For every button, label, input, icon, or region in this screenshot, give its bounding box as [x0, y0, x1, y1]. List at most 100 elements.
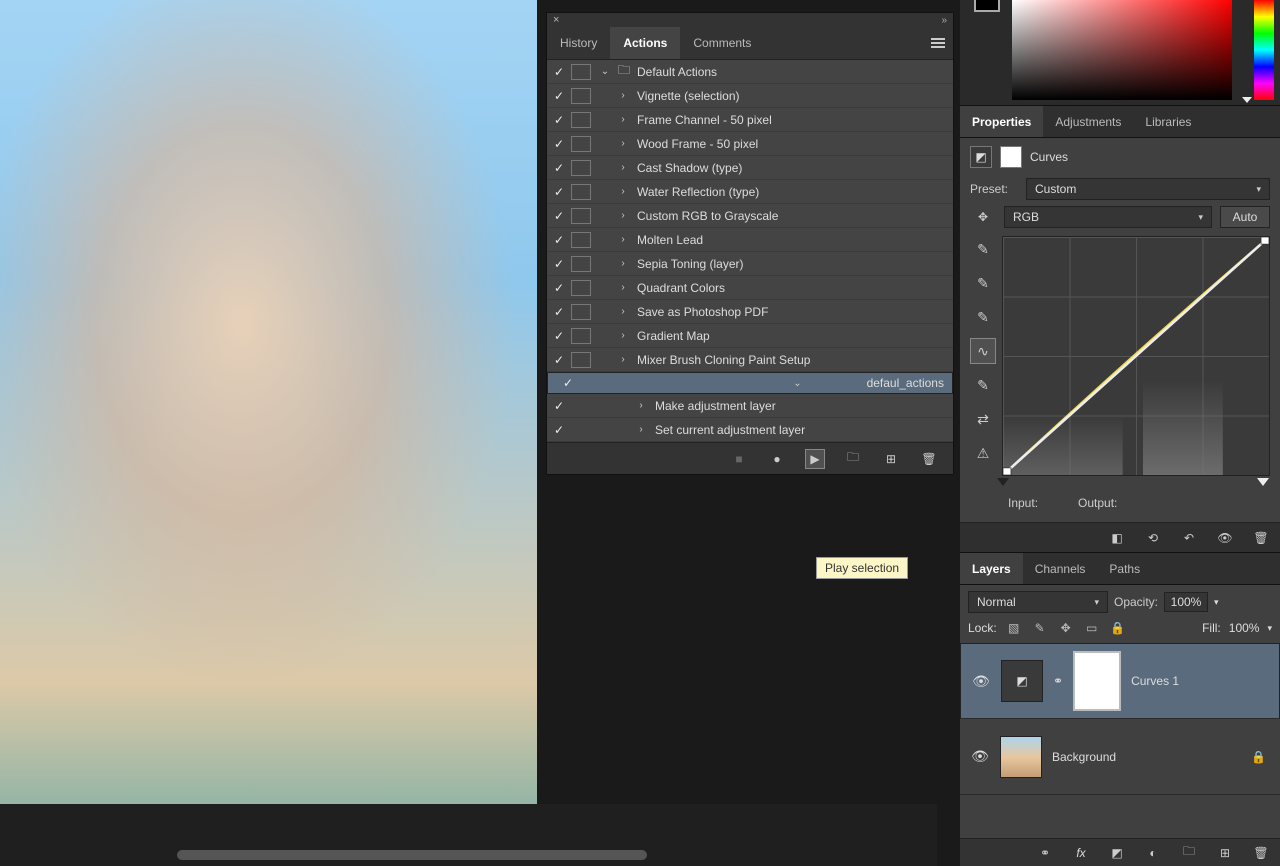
- lock-paint-icon[interactable]: ✎: [1031, 619, 1049, 637]
- new-action-button[interactable]: ⊞: [881, 449, 901, 469]
- toggle-check-icon[interactable]: ✓: [547, 161, 571, 175]
- chevron-right-icon[interactable]: ›: [613, 330, 633, 341]
- actions-row[interactable]: ✓›Molten Lead: [547, 228, 953, 252]
- actions-row[interactable]: ✓›Vignette (selection): [547, 84, 953, 108]
- layer-thumb[interactable]: [1000, 736, 1042, 778]
- dialog-toggle-icon[interactable]: [571, 256, 591, 272]
- tab-properties[interactable]: Properties: [960, 106, 1043, 137]
- actions-row[interactable]: ✓›Save as Photoshop PDF: [547, 300, 953, 324]
- new-layer-icon[interactable]: ⊞: [1216, 844, 1234, 862]
- layer-mask-icon[interactable]: [1000, 146, 1022, 168]
- toggle-check-icon[interactable]: ✓: [547, 353, 571, 367]
- tab-paths[interactable]: Paths: [1097, 553, 1152, 584]
- toggle-check-icon[interactable]: ✓: [547, 137, 571, 151]
- color-field[interactable]: [1012, 0, 1232, 100]
- dialog-toggle-icon[interactable]: [571, 304, 591, 320]
- layer-mask-button-icon[interactable]: ◩: [1108, 844, 1126, 862]
- visibility-icon[interactable]: 👁: [970, 748, 990, 765]
- channel-dropdown[interactable]: RGB ▾: [1004, 206, 1212, 228]
- curve-pencil-tool-icon[interactable]: ✎: [970, 372, 996, 398]
- adjustment-layer-icon[interactable]: ◐: [1144, 844, 1162, 862]
- layer-row[interactable]: 👁Background🔒: [960, 719, 1280, 795]
- view-previous-icon[interactable]: ⟲: [1144, 529, 1162, 547]
- eyedropper-black-icon[interactable]: ✎: [970, 236, 996, 262]
- black-point-handle[interactable]: [997, 478, 1009, 486]
- curves-graph[interactable]: [1002, 236, 1270, 476]
- chevron-right-icon[interactable]: ›: [631, 400, 651, 411]
- toggle-check-icon[interactable]: ✓: [547, 329, 571, 343]
- auto-button[interactable]: Auto: [1220, 206, 1270, 228]
- mask-thumb[interactable]: [1073, 651, 1121, 711]
- delete-action-button[interactable]: 🗑: [919, 449, 939, 469]
- hue-slider[interactable]: [1254, 0, 1274, 100]
- toggle-check-icon[interactable]: ✓: [547, 257, 571, 271]
- tab-actions[interactable]: Actions: [610, 27, 680, 59]
- chevron-right-icon[interactable]: ›: [613, 354, 633, 365]
- foreground-color-swatch[interactable]: [974, 0, 1000, 12]
- blend-mode-dropdown[interactable]: Normal ▾: [968, 591, 1108, 613]
- lock-position-icon[interactable]: ✥: [1057, 619, 1075, 637]
- toggle-check-icon[interactable]: ✓: [547, 89, 571, 103]
- chevron-down-icon[interactable]: ⌄: [787, 378, 807, 389]
- play-button[interactable]: ▶: [805, 449, 825, 469]
- link-layers-icon[interactable]: ⚭: [1036, 844, 1054, 862]
- preset-dropdown[interactable]: Custom ▾: [1026, 178, 1270, 200]
- curve-point-tool-icon[interactable]: ∿: [970, 338, 996, 364]
- layer-name-label[interactable]: Curves 1: [1131, 674, 1269, 688]
- chevron-right-icon[interactable]: ›: [613, 138, 633, 149]
- curve-input-slider[interactable]: [1002, 478, 1264, 492]
- new-folder-button[interactable]: 🗀: [843, 449, 863, 469]
- actions-row[interactable]: ✓›Quadrant Colors: [547, 276, 953, 300]
- white-point-handle[interactable]: [1257, 478, 1269, 486]
- toggle-check-icon[interactable]: ✓: [547, 233, 571, 247]
- reset-icon[interactable]: ↶: [1180, 529, 1198, 547]
- actions-row[interactable]: ✓›Cast Shadow (type): [547, 156, 953, 180]
- actions-row[interactable]: ✓›Custom RGB to Grayscale: [547, 204, 953, 228]
- tab-layers[interactable]: Layers: [960, 553, 1023, 584]
- histogram-clip-icon[interactable]: ⚠: [970, 440, 996, 466]
- dialog-toggle-icon[interactable]: [571, 280, 591, 296]
- smooth-curve-icon[interactable]: ⇄: [970, 406, 996, 432]
- document-canvas[interactable]: [0, 0, 537, 804]
- stop-button[interactable]: ■: [729, 449, 749, 469]
- layer-row[interactable]: 👁◩⚭Curves 1: [960, 643, 1280, 719]
- dialog-toggle-icon[interactable]: [571, 232, 591, 248]
- dialog-toggle-icon[interactable]: [571, 64, 591, 80]
- close-icon[interactable]: ×: [553, 14, 559, 26]
- opacity-value[interactable]: 100%: [1164, 592, 1208, 612]
- record-button[interactable]: ●: [767, 449, 787, 469]
- chevron-right-icon[interactable]: ›: [613, 306, 633, 317]
- layers-list[interactable]: 👁◩⚭Curves 1👁Background🔒: [960, 643, 1280, 838]
- chevron-right-icon[interactable]: ›: [613, 186, 633, 197]
- target-adjustment-icon[interactable]: ✥: [970, 206, 996, 228]
- horizontal-scrollbar[interactable]: [177, 850, 647, 860]
- actions-row[interactable]: ✓›Wood Frame - 50 pixel: [547, 132, 953, 156]
- chevron-right-icon[interactable]: ›: [613, 90, 633, 101]
- toggle-check-icon[interactable]: ✓: [547, 209, 571, 223]
- layer-name-label[interactable]: Background: [1052, 750, 1241, 764]
- actions-row[interactable]: ✓⌄defaul_actions: [547, 372, 953, 394]
- actions-list[interactable]: ✓⌄🗀Default Actions✓›Vignette (selection)…: [547, 60, 953, 442]
- dialog-toggle-icon[interactable]: [571, 208, 591, 224]
- new-group-icon[interactable]: 🗀: [1180, 844, 1198, 862]
- delete-layer-icon[interactable]: 🗑: [1252, 844, 1270, 862]
- eyedropper-white-icon[interactable]: ✎: [970, 304, 996, 330]
- actions-row[interactable]: ✓›Set current adjustment layer: [547, 418, 953, 442]
- dialog-toggle-icon[interactable]: [571, 136, 591, 152]
- collapse-icon[interactable]: »: [941, 15, 947, 26]
- eyedropper-gray-icon[interactable]: ✎: [970, 270, 996, 296]
- dialog-toggle-icon[interactable]: [571, 160, 591, 176]
- tab-adjustments[interactable]: Adjustments: [1043, 106, 1133, 137]
- toggle-check-icon[interactable]: ✓: [547, 185, 571, 199]
- actions-row[interactable]: ✓›Frame Channel - 50 pixel: [547, 108, 953, 132]
- mask-link-icon[interactable]: ⚭: [1053, 674, 1063, 688]
- layer-fx-icon[interactable]: fx: [1072, 844, 1090, 862]
- dialog-toggle-icon[interactable]: [571, 184, 591, 200]
- chevron-right-icon[interactable]: ›: [631, 424, 651, 435]
- actions-row[interactable]: ✓›Gradient Map: [547, 324, 953, 348]
- chevron-right-icon[interactable]: ›: [613, 258, 633, 269]
- chevron-right-icon[interactable]: ›: [613, 234, 633, 245]
- lock-transparency-icon[interactable]: ▧: [1005, 619, 1023, 637]
- toggle-check-icon[interactable]: ✓: [547, 113, 571, 127]
- color-picker-panel[interactable]: [960, 0, 1280, 105]
